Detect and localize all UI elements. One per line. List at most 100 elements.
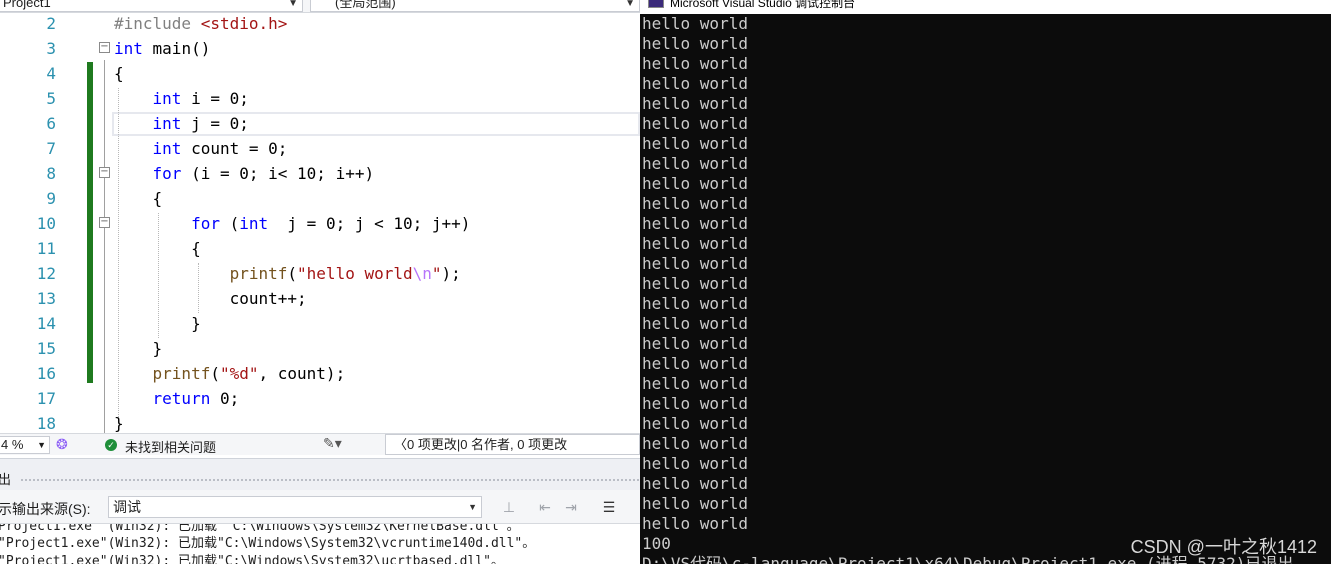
code-token: { [114, 239, 201, 258]
code-token: return [152, 389, 211, 408]
code-token: printf [152, 364, 211, 383]
line-number: 9 [46, 189, 56, 208]
console-line: hello world [642, 114, 748, 133]
issues-status[interactable]: 未找到相关问题 [125, 437, 216, 456]
code-token: (i = 0; i< 10; i++) [181, 164, 375, 183]
previous-message-icon[interactable]: ⇤ [534, 496, 556, 518]
editor-status-strip: 4 % ▼ ❂ ✓ 未找到相关问题 ✎▾ 〈0 项更改|0 名作者, 0 项更改 [0, 433, 640, 455]
console-line: hello world [642, 494, 748, 513]
code-token: for [152, 164, 182, 183]
console-line: hello world [642, 94, 748, 113]
output-source-value: 调试 [113, 499, 141, 515]
code-line[interactable]: 8 − for (i = 0; i< 10; i++) [0, 161, 640, 186]
console-output[interactable]: hello world hello world hello world hello w… [640, 14, 1331, 564]
line-number: 5 [46, 89, 56, 108]
code-token: main() [142, 39, 211, 58]
find-message-icon[interactable]: ⊥ [498, 496, 520, 518]
code-token: \n [412, 264, 432, 283]
zoom-dropdown[interactable]: 4 % ▼ [0, 436, 50, 454]
console-line: hello world [642, 234, 748, 253]
output-text-area[interactable]: Project1.exe" (Win32): 已加载 "C:\Windows\S… [0, 524, 640, 564]
code-token: int [114, 39, 143, 58]
code-text: int j = 0; [114, 111, 249, 136]
code-line[interactable]: 4{ [0, 61, 640, 86]
code-line[interactable]: 14 } [0, 311, 640, 336]
code-text: #include <stdio.h> [114, 13, 287, 36]
code-token: count = 0; [181, 139, 288, 158]
intellicode-icon[interactable]: ❂ [56, 436, 68, 453]
collapse-icon[interactable]: − [99, 167, 110, 178]
project-name: Project1 [3, 0, 51, 10]
code-line[interactable]: 15 } [0, 336, 640, 361]
code-token: "%d" [219, 364, 259, 383]
code-line[interactable]: 17 return 0; [0, 386, 640, 411]
console-line: hello world [642, 254, 748, 273]
code-line[interactable]: 18} [0, 411, 640, 433]
console-line: hello world [642, 34, 748, 53]
line-number: 17 [36, 389, 56, 408]
console-titlebar[interactable]: Microsoft Visual Studio 调试控制台 [640, 0, 1331, 14]
code-cleanup-icon[interactable]: ✎▾ [323, 435, 342, 452]
code-text: } [114, 336, 163, 361]
code-line[interactable]: 6 int j = 0; [0, 111, 640, 136]
code-token: , count); [258, 364, 346, 383]
chevron-down-icon: ▼ [37, 440, 46, 450]
collapse-icon[interactable]: − [99, 42, 110, 53]
output-source-label: 示输出来源(S): [0, 501, 91, 517]
code-line[interactable]: 3 − int main() [0, 36, 640, 61]
output-source-dropdown[interactable]: 调试 ▼ [108, 496, 482, 518]
code-text: int count = 0; [114, 136, 288, 161]
code-token: printf [229, 264, 288, 283]
code-line[interactable]: 5 int i = 0; [0, 86, 640, 111]
output-line: "Project1.exe"(Win32): 已加载"C:\Windows\Sy… [0, 536, 536, 551]
console-line: hello world [642, 194, 748, 213]
console-line: hello world [642, 514, 748, 533]
git-changes-indicator[interactable]: 〈0 项更改|0 名作者, 0 项更改 [385, 434, 640, 455]
code-line[interactable]: 16 printf("%d", count); [0, 361, 640, 386]
clear-all-icon[interactable]: ☰ [598, 496, 620, 518]
code-token: ( [287, 264, 298, 283]
code-text: } [114, 411, 124, 433]
console-line: hello world [642, 314, 748, 333]
project-dropdown[interactable]: Project1 ▼ [0, 0, 303, 12]
console-line: hello world [642, 54, 748, 73]
code-token: { [114, 189, 163, 208]
console-line: hello world [642, 394, 748, 413]
console-line: hello world [642, 174, 748, 193]
code-token: #include [114, 14, 201, 33]
code-line[interactable]: 2 #include <stdio.h> [0, 13, 640, 36]
next-message-icon[interactable]: ⇥ [560, 496, 582, 518]
code-line[interactable]: 7 int count = 0; [0, 136, 640, 161]
console-line: hello world [642, 454, 748, 473]
panel-drag-grip[interactable] [20, 478, 640, 483]
line-number: 12 [36, 264, 56, 283]
collapse-icon[interactable]: − [99, 217, 110, 228]
code-line[interactable]: 12 printf("hello world\n"); [0, 261, 640, 286]
chevron-down-icon: ▼ [468, 502, 477, 512]
code-token: for [191, 214, 220, 233]
line-number: 15 [36, 339, 56, 358]
line-number: 14 [36, 314, 56, 333]
line-number: 4 [46, 64, 56, 83]
code-line[interactable]: 13 count++; [0, 286, 640, 311]
console-line: hello world [642, 434, 748, 453]
line-number: 2 [46, 14, 56, 33]
code-token: ( [210, 364, 220, 383]
code-editor[interactable]: 2 #include <stdio.h> 3− int main() 4{5 int i… [0, 13, 640, 433]
code-token: int [152, 114, 182, 133]
code-text: for (i = 0; i< 10; i++) [114, 161, 375, 186]
code-text: { [114, 61, 124, 86]
zoom-level: 4 % [1, 437, 24, 452]
console-line: hello world [642, 374, 748, 393]
code-line[interactable]: 9 { [0, 186, 640, 211]
line-number: 3 [46, 39, 56, 58]
code-line[interactable]: 10 − for (int j = 0; j < 10; j++) [0, 211, 640, 236]
code-text: int main() [114, 36, 210, 61]
code-line[interactable]: 11 { [0, 236, 640, 261]
scope-dropdown[interactable]: (全局范围) ▼ [310, 0, 640, 12]
